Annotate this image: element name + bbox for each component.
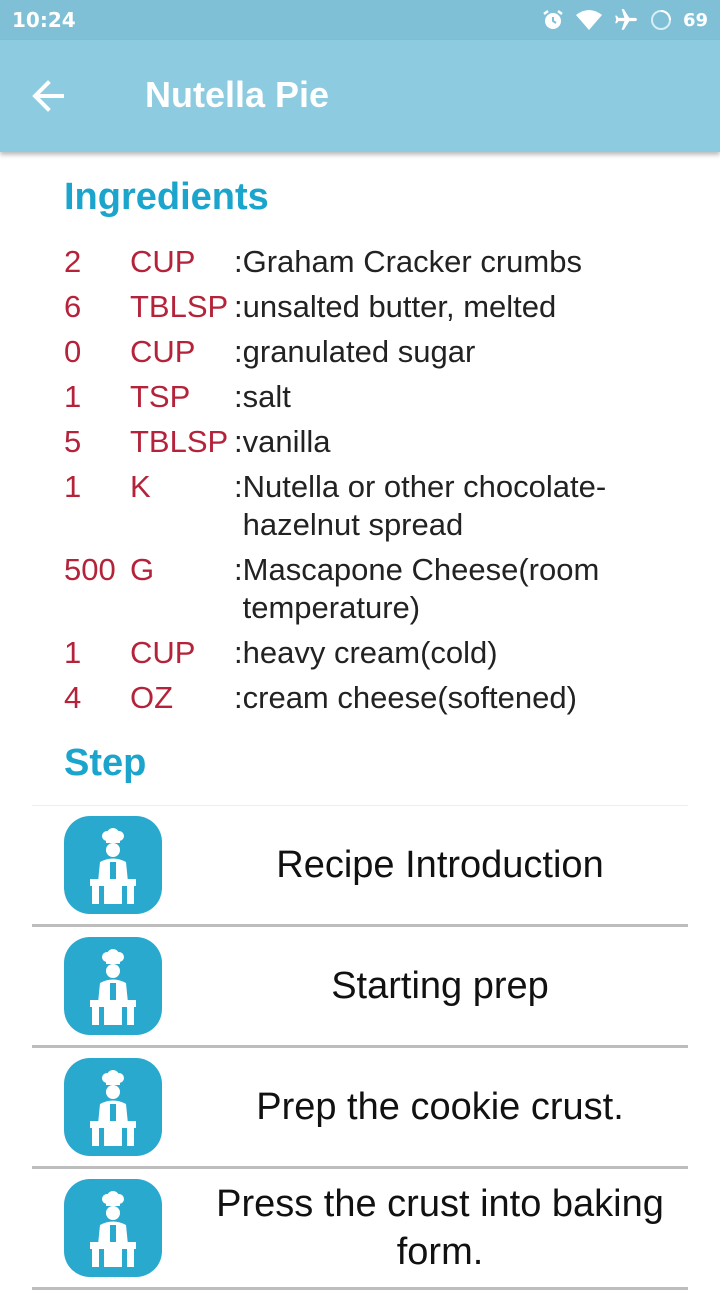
- ingredient-colon: :: [234, 244, 243, 279]
- ingredient-description: : unsalted butter, melted: [234, 288, 694, 326]
- ingredient-unit: TBLSP: [130, 424, 229, 459]
- step-item[interactable]: Recipe Introduction: [32, 805, 688, 927]
- ingredient-row: 6 TBLSP: unsalted butter, melted: [64, 288, 694, 326]
- chef-icon: [64, 1058, 162, 1156]
- step-item[interactable]: Press the crust into baking form.: [32, 1169, 688, 1290]
- wifi-icon: [575, 8, 603, 32]
- battery-level: 69: [682, 9, 708, 31]
- ingredient-quantity: 6: [64, 289, 82, 324]
- ingredient-quantity: 4: [64, 680, 82, 715]
- ingredient-unit: CUP: [130, 635, 196, 670]
- chef-icon: [64, 937, 162, 1035]
- step-label: Starting prep: [331, 965, 549, 1007]
- ingredient-name: heavy cream(cold): [242, 635, 498, 670]
- step-item[interactable]: Prep the cookie crust.: [32, 1048, 688, 1169]
- ingredient-unit: CUP: [130, 334, 196, 369]
- ingredient-row: 1K: Nutella or other chocolate-hazelnut …: [64, 468, 694, 544]
- ingredient-description: : Graham Cracker crumbs: [234, 243, 694, 281]
- ingredients-heading: Ingredients: [64, 176, 269, 218]
- ingredient-quantity: 5: [64, 424, 82, 459]
- status-bar: 10:24 69: [0, 0, 720, 40]
- ingredient-quantity: 1: [64, 469, 82, 504]
- ingredient-colon: :: [234, 635, 243, 670]
- ingredient-description: : cream cheese(softened): [234, 679, 694, 717]
- ingredient-colon: :: [234, 379, 243, 414]
- ingredient-name: Nutella or other chocolate-hazelnut spre…: [242, 469, 607, 542]
- ingredient-unit: TSP: [130, 379, 191, 414]
- ingredient-unit: OZ: [130, 680, 174, 715]
- step-item[interactable]: Starting prep: [32, 927, 688, 1048]
- ingredient-quantity: 2: [64, 244, 82, 279]
- chef-icon: [64, 1179, 162, 1277]
- ingredient-row: 5 TBLSP: vanilla: [64, 423, 694, 461]
- ingredient-quantity: 500: [64, 552, 116, 587]
- ingredients-list: 2 CUP: Graham Cracker crumbs 6 TBLSP: unsal…: [64, 243, 694, 724]
- ingredient-name: salt: [242, 379, 291, 414]
- ingredient-row: 0 CUP: granulated sugar: [64, 333, 694, 371]
- ingredient-quantity: 0: [64, 334, 82, 369]
- ingredient-quantity: 1: [64, 635, 82, 670]
- ingredient-unit: K: [130, 469, 151, 504]
- ingredient-row: 500 G: Mascapone Cheese(room temperature): [64, 551, 694, 627]
- step-label: Recipe Introduction: [276, 844, 604, 886]
- ingredient-name: cream cheese(softened): [242, 680, 577, 715]
- back-button[interactable]: [28, 72, 84, 120]
- ingredient-quantity: 1: [64, 379, 82, 414]
- ingredient-unit: CUP: [130, 244, 196, 279]
- ingredient-row: 1 TSP: salt: [64, 378, 694, 416]
- steps-list: Recipe Introduction Starting prep Prep the…: [32, 805, 688, 1290]
- ingredient-description: : salt: [234, 378, 694, 416]
- step-label: Press the crust into baking form.: [216, 1183, 664, 1273]
- status-time: 10:24: [12, 8, 76, 32]
- arrow-left-icon: [28, 80, 68, 124]
- steps-heading: Step: [64, 742, 147, 784]
- ingredient-description: : granulated sugar: [234, 333, 694, 371]
- ingredient-row: 2 CUP: Graham Cracker crumbs: [64, 243, 694, 281]
- ingredient-name: unsalted butter, melted: [242, 289, 557, 324]
- ingredient-description: : vanilla: [234, 423, 694, 461]
- ingredient-unit: G: [130, 552, 155, 587]
- ingredient-colon: :: [234, 552, 243, 587]
- step-label: Prep the cookie crust.: [256, 1086, 624, 1128]
- ingredient-name: Graham Cracker crumbs: [242, 244, 582, 279]
- alarm-icon: [541, 8, 565, 32]
- chef-icon: [64, 816, 162, 914]
- page-title: Nutella Pie: [145, 74, 330, 115]
- ingredient-colon: :: [234, 424, 243, 459]
- ingredient-row: 1 CUP: heavy cream(cold): [64, 634, 694, 672]
- ingredient-description: : heavy cream(cold): [234, 634, 694, 672]
- ingredient-name: Mascapone Cheese(room temperature): [242, 552, 600, 625]
- ingredient-colon: :: [234, 680, 243, 715]
- ingredient-unit: TBLSP: [130, 289, 229, 324]
- ingredient-colon: :: [234, 334, 243, 369]
- ingredient-name: granulated sugar: [242, 334, 476, 369]
- ingredient-name: vanilla: [242, 424, 331, 459]
- status-icons: 69: [541, 6, 708, 34]
- ingredient-colon: :: [234, 469, 243, 504]
- ingredient-description: : Mascapone Cheese(room temperature): [234, 551, 694, 627]
- ingredient-description: : Nutella or other chocolate-hazelnut sp…: [234, 468, 694, 544]
- airplane-icon: [613, 7, 639, 33]
- app-bar: Nutella Pie: [0, 40, 720, 152]
- battery-ring-icon: [649, 8, 673, 32]
- ingredient-row: 4 OZ: cream cheese(softened): [64, 679, 694, 717]
- ingredient-colon: :: [234, 289, 243, 324]
